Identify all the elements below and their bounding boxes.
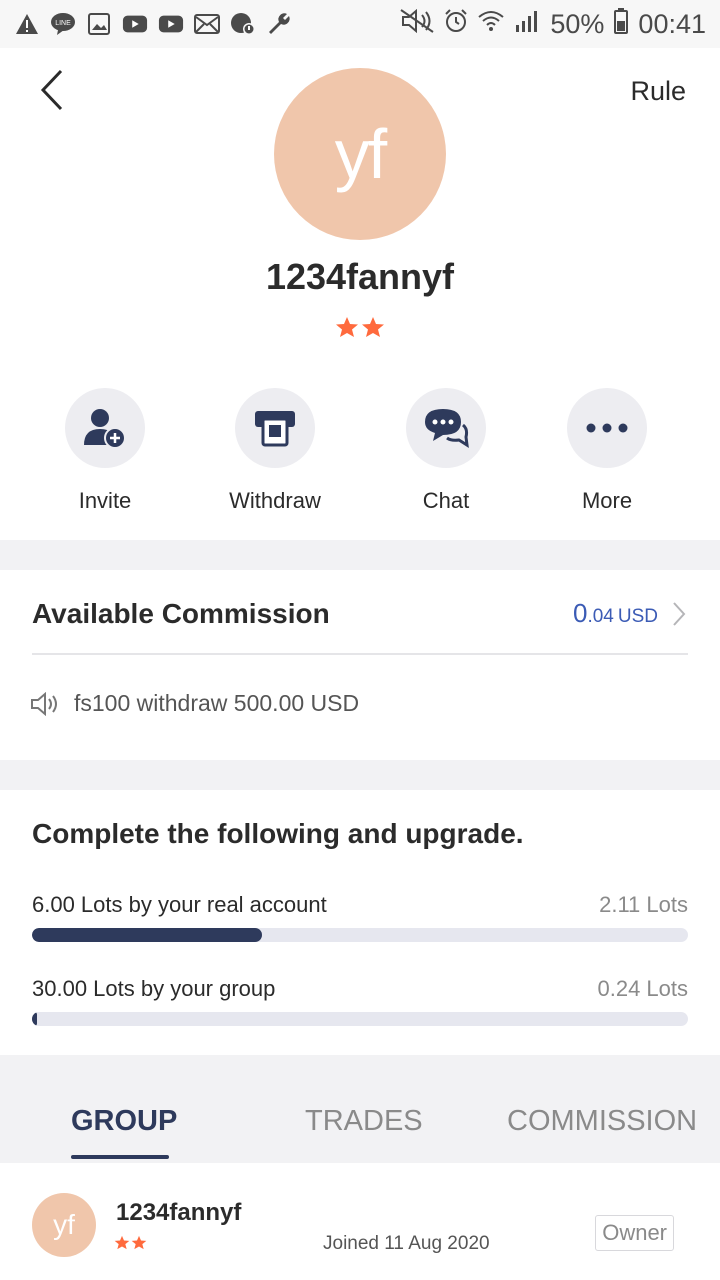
mail-icon (194, 12, 220, 36)
action-bar: Invite Withdraw Chat More (0, 388, 720, 514)
youtube-icon (158, 12, 184, 36)
joined-date: Joined 11 Aug 2020 (323, 1233, 490, 1254)
more-icon (586, 423, 628, 433)
invite-circle (65, 388, 145, 468)
star-icon (362, 317, 384, 337)
task-value: 2.11 Lots (599, 892, 688, 917)
withdraw-label: Withdraw (229, 488, 321, 513)
task-item: 6.00 Lots by your real account 2.11 Lots (32, 892, 688, 942)
blocked-icon (230, 12, 256, 36)
status-badge: Owner (595, 1215, 674, 1251)
profile-header: Rule yf 1234fannyf Invite Withdraw Chat (0, 48, 720, 540)
tab-bar: GROUP TRADES COMMISSION (0, 1055, 720, 1163)
member-name: 1234fannyf (116, 1199, 242, 1226)
chevron-left-icon (40, 69, 63, 111)
list-item[interactable]: yf 1234fannyf Joined 11 Aug 2020 Owner (0, 1163, 720, 1280)
notice-text: fs100 withdraw 500.00 USD (74, 690, 360, 716)
withdraw-notice: fs100 withdraw 500.00 USD (30, 690, 359, 717)
more-label: More (581, 488, 633, 513)
add-user-icon (84, 409, 126, 449)
star-icon (114, 1235, 130, 1250)
chat-label: Chat (422, 488, 470, 513)
progress-fill (32, 928, 262, 942)
clock-text: 00:41 (638, 8, 706, 39)
tab-trades[interactable]: TRADES (305, 1105, 423, 1138)
back-button[interactable] (30, 68, 74, 112)
chat-button[interactable]: Chat (360, 388, 532, 514)
task-item: 30.00 Lots by your group 0.24 Lots (32, 976, 688, 1026)
commission-value-link[interactable]: 0 .04 USD (573, 598, 686, 629)
chat-circle (406, 388, 486, 468)
invite-button[interactable]: Invite (20, 388, 190, 514)
divider (32, 653, 688, 655)
signal-icon (514, 9, 540, 40)
upgrade-card: Complete the following and upgrade. 6.00… (0, 790, 720, 1055)
chevron-right-icon (673, 601, 686, 626)
wifi-icon (478, 9, 505, 40)
alarm-icon (444, 8, 468, 40)
progress-track (32, 928, 688, 942)
rank-stars (114, 1235, 147, 1250)
line-app-icon: LINE (50, 12, 76, 36)
avatar: yf (32, 1193, 96, 1257)
star-icon (131, 1235, 147, 1250)
warning-icon (14, 12, 40, 36)
task-label: 30.00 Lots by your group (32, 976, 276, 1001)
tab-group[interactable]: GROUP (71, 1105, 177, 1138)
tab-underline (71, 1155, 169, 1159)
progress-track (32, 1012, 688, 1026)
image-icon (86, 12, 112, 36)
task-value: 0.24 Lots (597, 976, 688, 1001)
avatar: yf (274, 68, 446, 240)
mute-icon (400, 8, 434, 40)
withdraw-circle (235, 388, 315, 468)
upgrade-title: Complete the following and upgrade. (32, 818, 524, 849)
commission-unit: USD (617, 606, 658, 627)
svg-text:LINE: LINE (55, 20, 71, 27)
task-label: 6.00 Lots by your real account (32, 892, 327, 917)
commission-value-dec: .04 (587, 606, 614, 627)
star-icon (336, 317, 358, 337)
progress-fill (32, 1012, 38, 1026)
tab-commission[interactable]: COMMISSION (507, 1105, 697, 1138)
atm-icon (255, 411, 295, 447)
invite-label: Invite (78, 488, 132, 513)
commission-card: Available Commission 0 .04 USD fs100 wit… (0, 570, 720, 760)
commission-value-int: 0 (572, 598, 588, 628)
chat-icon (425, 409, 469, 448)
battery-text: 50% (550, 8, 605, 39)
withdraw-button[interactable]: Withdraw (190, 388, 360, 514)
speaker-icon (31, 691, 57, 716)
youtube-icon (122, 12, 148, 36)
battery-icon (614, 7, 629, 41)
rule-link[interactable]: Rule (630, 76, 686, 107)
commission-title: Available Commission (32, 598, 330, 629)
rank-stars (0, 316, 720, 338)
status-bar: LINE 50% 00:41 (0, 0, 720, 48)
more-button[interactable]: More (532, 388, 682, 514)
page-title: 1234fannyf (265, 256, 455, 297)
more-circle (567, 388, 647, 468)
wrench-icon (266, 12, 292, 36)
